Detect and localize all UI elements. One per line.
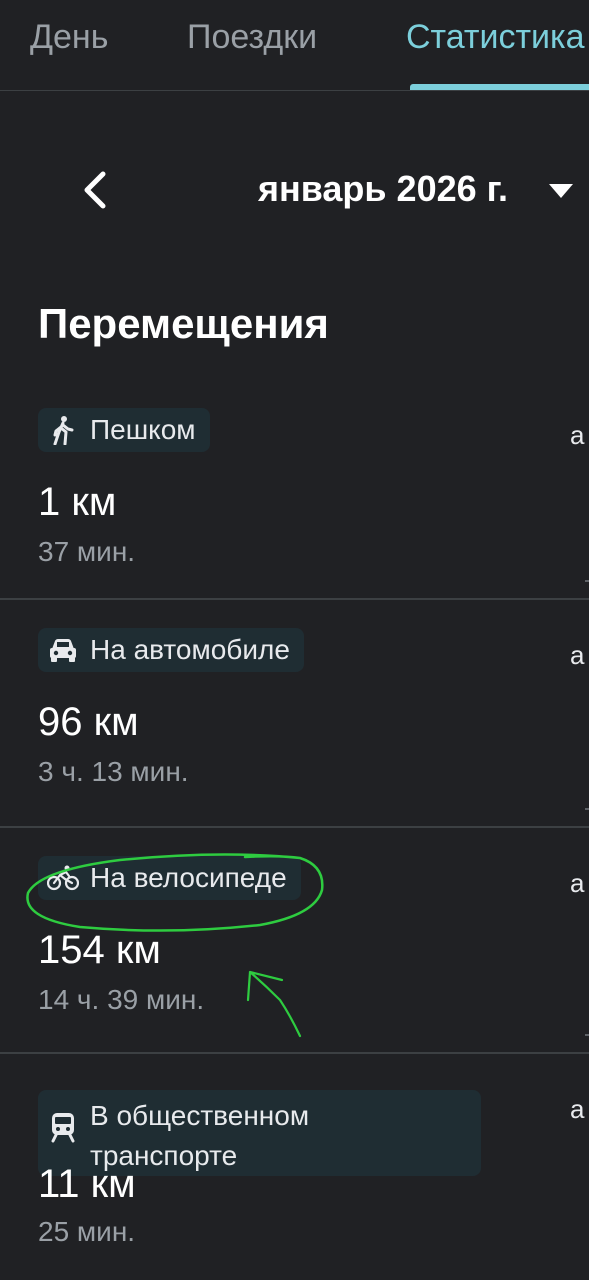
travel-mode-card[interactable]: В общественном транспорте 11 км 25 мин. … [0,1054,589,1280]
tab-day[interactable]: День [30,18,108,57]
truncated-text: а [570,640,585,670]
train-icon [46,1110,80,1144]
distance-value: 11 км [38,1162,136,1206]
month-dropdown-button[interactable] [545,180,577,202]
caret-down-icon [549,184,573,198]
tab-statistics[interactable]: Статистика [406,18,585,57]
mode-chip: На велосипеде [38,856,301,900]
travel-mode-card[interactable]: Пешком 1 км 37 мин. а [0,380,589,600]
previous-month-button[interactable] [70,164,122,216]
month-label[interactable]: январь 2026 г. [258,168,508,210]
mode-label: На автомобиле [90,634,290,665]
duration-value: 3 ч. 13 мин. [38,756,189,787]
tab-bar: День Поездки Статистика [0,0,589,91]
mode-chip: Пешком [38,408,210,452]
active-tab-indicator [410,84,589,90]
duration-value: 37 мин. [38,536,136,567]
travel-mode-card[interactable]: На велосипеде 154 км 14 ч. 39 мин. а [0,828,589,1054]
edge-tick [585,580,589,582]
edge-tick [585,1034,589,1036]
section-title: Перемещения [38,300,329,347]
chevron-left-icon [84,171,106,209]
truncated-text: а [570,420,585,450]
mode-label: Пешком [90,414,196,445]
car-icon [46,633,80,667]
stats-screen: День Поездки Статистика январь 2026 г. П… [0,0,589,1280]
duration-value: 14 ч. 39 мин. [38,984,205,1015]
tab-trips[interactable]: Поездки [187,18,317,57]
travel-mode-card[interactable]: На автомобиле 96 км 3 ч. 13 мин. а [0,600,589,828]
bicycle-icon [46,861,80,895]
truncated-text: а [570,1094,585,1124]
walking-icon [46,413,80,447]
distance-value: 154 км [38,928,161,972]
distance-value: 1 км [38,480,117,524]
distance-value: 96 км [38,700,139,744]
month-selector: январь 2026 г. [0,150,589,230]
duration-value: 25 мин. [38,1216,136,1247]
mode-chip: На автомобиле [38,628,304,672]
edge-tick [585,808,589,810]
truncated-text: а [570,868,585,898]
mode-label: На велосипеде [90,862,287,893]
